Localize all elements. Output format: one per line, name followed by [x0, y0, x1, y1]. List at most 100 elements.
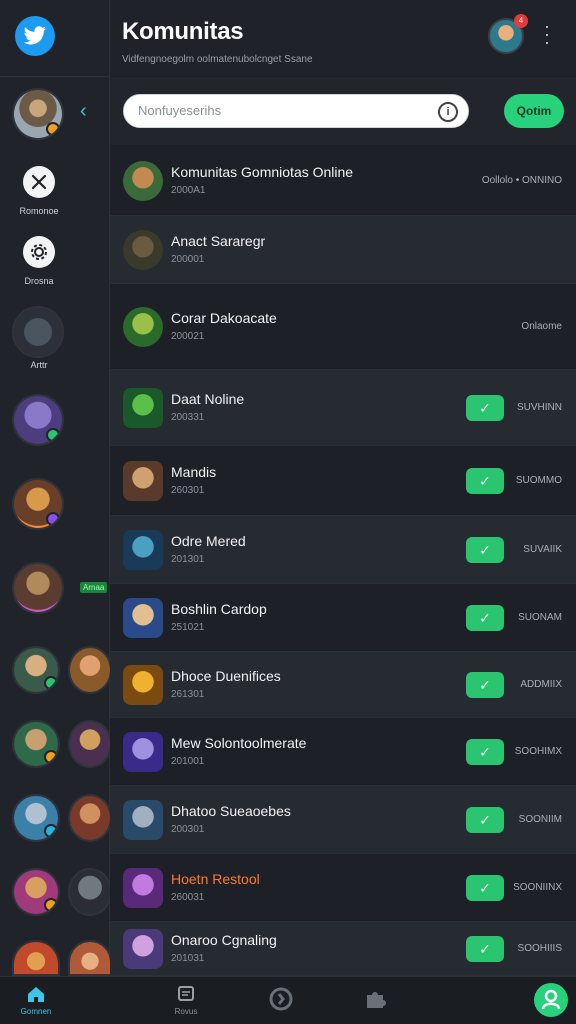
rail-community-avatar[interactable]: [12, 646, 60, 694]
community-row[interactable]: Dhatoo Sueaoebes 200301 ✓ SOONIIM: [110, 786, 576, 854]
nav-games[interactable]: [344, 987, 404, 1009]
community-status: SUOMMO: [515, 475, 562, 486]
rail-community-avatar[interactable]: [12, 794, 60, 842]
nav-activity[interactable]: [250, 987, 310, 1011]
community-row[interactable]: Anact Sararegr 200001: [110, 216, 576, 284]
search-button[interactable]: Qotim: [504, 94, 564, 128]
rail-profile-avatar[interactable]: [12, 88, 64, 140]
rail-tool-label: Romonoe: [19, 206, 59, 216]
nav-inbox-label: Rovus: [174, 1007, 198, 1016]
live-tag: Arnaa: [80, 582, 108, 593]
rail-community-avatar[interactable]: [12, 868, 60, 916]
rail-divider: [0, 76, 110, 77]
search-input[interactable]: [138, 103, 438, 118]
joined-check-button[interactable]: ✓: [466, 537, 504, 563]
community-status: SOOHIIIS: [517, 943, 562, 954]
left-rail: ‹ Romonoe Drosna Arttr Arnaa: [0, 0, 112, 976]
joined-check-button[interactable]: ✓: [466, 739, 504, 765]
community-name: Komunitas Gomniotas Online: [171, 164, 354, 180]
activity-icon: [269, 987, 293, 1011]
community-meta: 201001: [171, 756, 205, 767]
crossed-tools-icon: [23, 166, 55, 198]
bottom-nav: Gomnen Rovus: [0, 976, 576, 1024]
rail-community-avatar[interactable]: [12, 720, 60, 768]
info-icon[interactable]: i: [438, 102, 458, 122]
community-name: Mandis: [171, 464, 217, 480]
community-meta: 260301: [171, 485, 205, 496]
community-row[interactable]: Dhoce Duenifices 261301 ✓ ADDMIIX: [110, 652, 576, 718]
joined-check-button[interactable]: ✓: [466, 395, 504, 421]
joined-check-button[interactable]: ✓: [466, 605, 504, 631]
community-avatar: [123, 598, 163, 638]
community-avatar: [123, 530, 163, 570]
search-field[interactable]: i: [123, 94, 469, 128]
community-status: SOONIINX: [513, 882, 562, 893]
collapse-chevron-icon[interactable]: ‹: [80, 100, 87, 123]
community-meta: 200331: [171, 412, 205, 423]
joined-check-button[interactable]: ✓: [466, 936, 504, 962]
joined-check-button[interactable]: ✓: [466, 468, 504, 494]
rail-tool-romonoe[interactable]: Romonoe: [0, 166, 78, 216]
rail-community-avatar[interactable]: [12, 478, 64, 530]
community-name: Anact Sararegr: [171, 233, 266, 249]
community-row[interactable]: Boshlin Cardop 251021 ✓ SUONAM: [110, 584, 576, 652]
community-row[interactable]: Mew Solontoolmerate 201001 ✓ SOOHIMX: [110, 718, 576, 786]
community-name: Odre Mered: [171, 533, 246, 549]
community-name: Mew Solontoolmerate: [171, 735, 307, 751]
home-icon: [25, 983, 47, 1005]
rail-community-avatar[interactable]: [12, 394, 64, 446]
community-row[interactable]: Daat Noline 200331 ✓ SUVHINN: [110, 370, 576, 446]
rail-community-avatar[interactable]: [68, 646, 112, 694]
profile-fab[interactable]: [534, 983, 568, 1017]
community-list: Komunitas Gomniotas Online 2000A1 Oollolo …: [110, 146, 576, 976]
community-avatar: [123, 161, 163, 201]
rail-community-avatar[interactable]: [68, 720, 112, 768]
community-name: Dhoce Duenifices: [171, 668, 281, 684]
community-avatar: [123, 388, 163, 428]
inbox-icon: [175, 983, 197, 1005]
community-row[interactable]: Odre Mered 201301 ✓ SUVAIIK: [110, 516, 576, 584]
rail-featured-avatar[interactable]: [12, 306, 64, 358]
rail-tool-drosna[interactable]: Drosna: [0, 236, 78, 286]
joined-check-button[interactable]: ✓: [466, 807, 504, 833]
community-avatar: [123, 307, 163, 347]
community-row[interactable]: Komunitas Gomniotas Online 2000A1 Oollolo …: [110, 146, 576, 216]
community-avatar: [123, 868, 163, 908]
joined-check-button[interactable]: ✓: [466, 875, 504, 901]
community-row[interactable]: Onaroo Cgnaling 201031 ✓ SOOHIIIS: [110, 922, 576, 976]
rail-featured-label: Arttr: [30, 360, 48, 370]
rail-community-avatar[interactable]: [12, 940, 60, 976]
community-meta: 201031: [171, 953, 205, 964]
joined-check-button[interactable]: ✓: [466, 672, 504, 698]
community-meta: 251021: [171, 622, 205, 633]
page-header: Komunitas Vidfengnoegolm oolmatenubolcng…: [110, 0, 576, 76]
bird-logo-icon[interactable]: [15, 16, 55, 56]
community-meta: 261301: [171, 689, 205, 700]
community-name: Corar Dakoacate: [171, 310, 277, 326]
community-meta: 201301: [171, 554, 205, 565]
community-row[interactable]: Mandis 260301 ✓ SUOMMO: [110, 446, 576, 516]
community-meta: 200021: [171, 331, 205, 342]
more-options-icon[interactable]: · · ·: [544, 17, 550, 51]
community-avatar: [123, 800, 163, 840]
nav-inbox[interactable]: Rovus: [156, 983, 216, 1016]
rail-community-avatar[interactable]: [68, 794, 112, 842]
community-status: Oollolo • ONNINO: [481, 175, 562, 186]
puzzle-icon: [363, 987, 386, 1009]
rail-community-avatar[interactable]: [12, 562, 64, 614]
rail-community-avatar[interactable]: [68, 868, 112, 916]
community-name: Onaroo Cgnaling: [171, 932, 277, 948]
community-avatar: [123, 461, 163, 501]
community-avatar: [123, 230, 163, 270]
community-avatar: [123, 732, 163, 772]
community-avatar: [123, 929, 163, 969]
community-name: Dhatoo Sueaoebes: [171, 803, 291, 819]
nav-home[interactable]: Gomnen: [6, 983, 66, 1016]
rail-community-avatar[interactable]: [68, 940, 112, 976]
community-row[interactable]: Corar Dakoacate 200021 Onlaome: [110, 284, 576, 370]
community-name: Boshlin Cardop: [171, 601, 267, 617]
community-meta: 2000A1: [171, 185, 206, 196]
nav-home-label: Gomnen: [20, 1007, 52, 1016]
community-row[interactable]: Hoetn Restool 260031 ✓ SOONIINX: [110, 854, 576, 922]
community-name: Daat Noline: [171, 391, 245, 407]
